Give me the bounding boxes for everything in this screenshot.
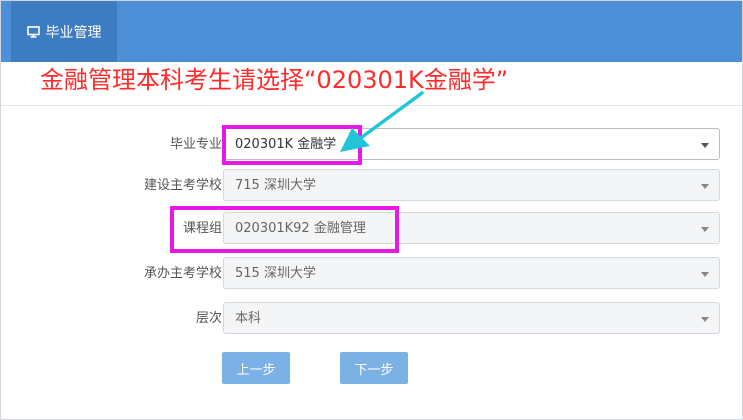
course-group-label: 课程组 [182,221,222,236]
form-row-host-school: 承办主考学校 515 深圳大学 [0,257,743,291]
form-row-main-school: 建设主考学校 715 深圳大学 [0,169,743,203]
level-select[interactable]: 本科 [223,302,720,334]
form-row-course-group: 课程组 020301K92 金融管理 [0,212,743,246]
major-select-value: 020301K 金融学 [235,137,337,152]
host-school-select[interactable]: 515 深圳大学 [223,257,720,289]
tab-label: 毕业管理 [45,24,102,41]
instruction-annotation: 金融管理本科考生请选择“020301K金融学” [40,66,509,94]
main-school-select[interactable]: 715 深圳大学 [223,169,720,201]
tab-graduation-management[interactable]: 毕业管理 [11,1,117,62]
main-school-select-value: 715 深圳大学 [235,178,316,193]
form-row-level: 层次 本科 [0,302,743,336]
course-group-select-value: 020301K92 金融管理 [235,221,366,236]
host-school-label: 承办主考学校 [143,266,222,281]
major-label: 毕业专业 [169,137,222,152]
prev-step-button[interactable]: 上一步 [222,352,290,384]
course-group-select[interactable]: 020301K92 金融管理 [223,212,720,244]
header-divider [1,105,742,106]
chevron-down-icon [701,227,709,232]
form-row-major: 毕业专业 020301K 金融学 [0,128,743,162]
level-label: 层次 [195,311,222,326]
next-step-button[interactable]: 下一步 [340,352,408,384]
monitor-icon [26,25,40,38]
chevron-down-icon [701,143,709,148]
main-school-label: 建设主考学校 [143,178,222,193]
chevron-down-icon [701,317,709,322]
level-select-value: 本科 [235,311,262,326]
major-select[interactable]: 020301K 金融学 [223,128,720,160]
host-school-select-value: 515 深圳大学 [235,266,316,281]
chevron-down-icon [701,272,709,277]
chevron-down-icon [701,184,709,189]
